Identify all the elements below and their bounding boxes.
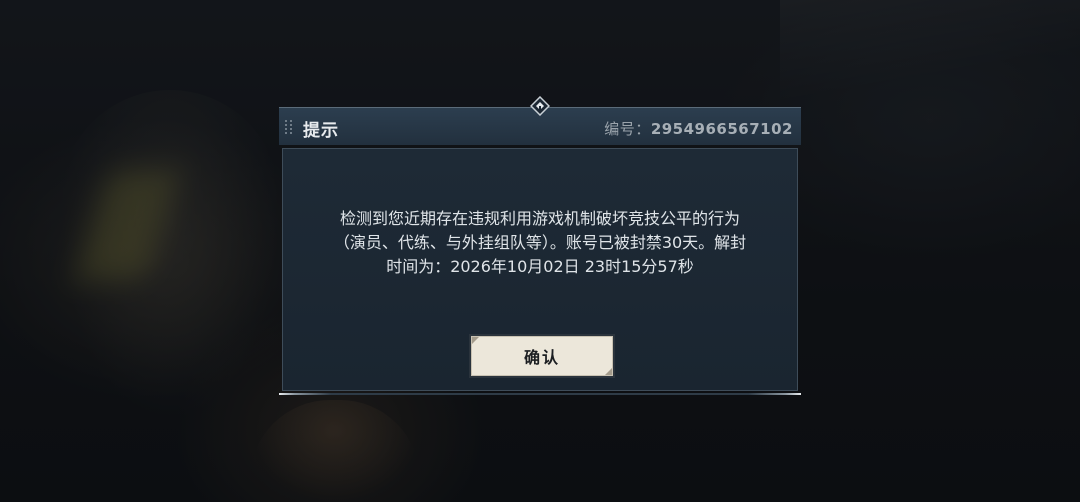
ban-message: 检测到您近期存在违规利用游戏机制破坏竞技公平的行为 （演员、代练、与外挂组队等）…: [293, 207, 787, 279]
message-line: 检测到您近期存在违规利用游戏机制破坏竞技公平的行为: [339, 209, 740, 228]
confirm-button[interactable]: 确认: [469, 334, 615, 378]
serial-value: 2954966567102: [650, 120, 793, 138]
message-line: （演员、代练、与外挂组队等）。账号已被封禁30天。解封: [333, 233, 747, 252]
button-corner-decoration: [472, 337, 479, 344]
diamond-ornament-icon: [530, 96, 550, 116]
dialog-title: 提示: [303, 121, 339, 141]
ban-notice-dialog: 提示 编号：2954966567102 检测到您近期存在违规利用游戏机制破坏竞技…: [279, 96, 801, 395]
serial-number: 编号：2954966567102: [604, 118, 793, 139]
dialog-body: 检测到您近期存在违规利用游戏机制破坏竞技公平的行为 （演员、代练、与外挂组队等）…: [282, 148, 798, 391]
button-corner-decoration: [605, 368, 612, 375]
game-background: 提示 编号：2954966567102 检测到您近期存在违规利用游戏机制破坏竞技…: [0, 0, 1080, 502]
message-line: 时间为：2026年10月02日 23时15分57秒: [386, 257, 694, 276]
dialog-bottom-border: [279, 393, 801, 395]
grip-dots-icon: [285, 120, 292, 134]
confirm-button-label: 确认: [523, 348, 560, 367]
serial-label: 编号：: [604, 120, 651, 138]
